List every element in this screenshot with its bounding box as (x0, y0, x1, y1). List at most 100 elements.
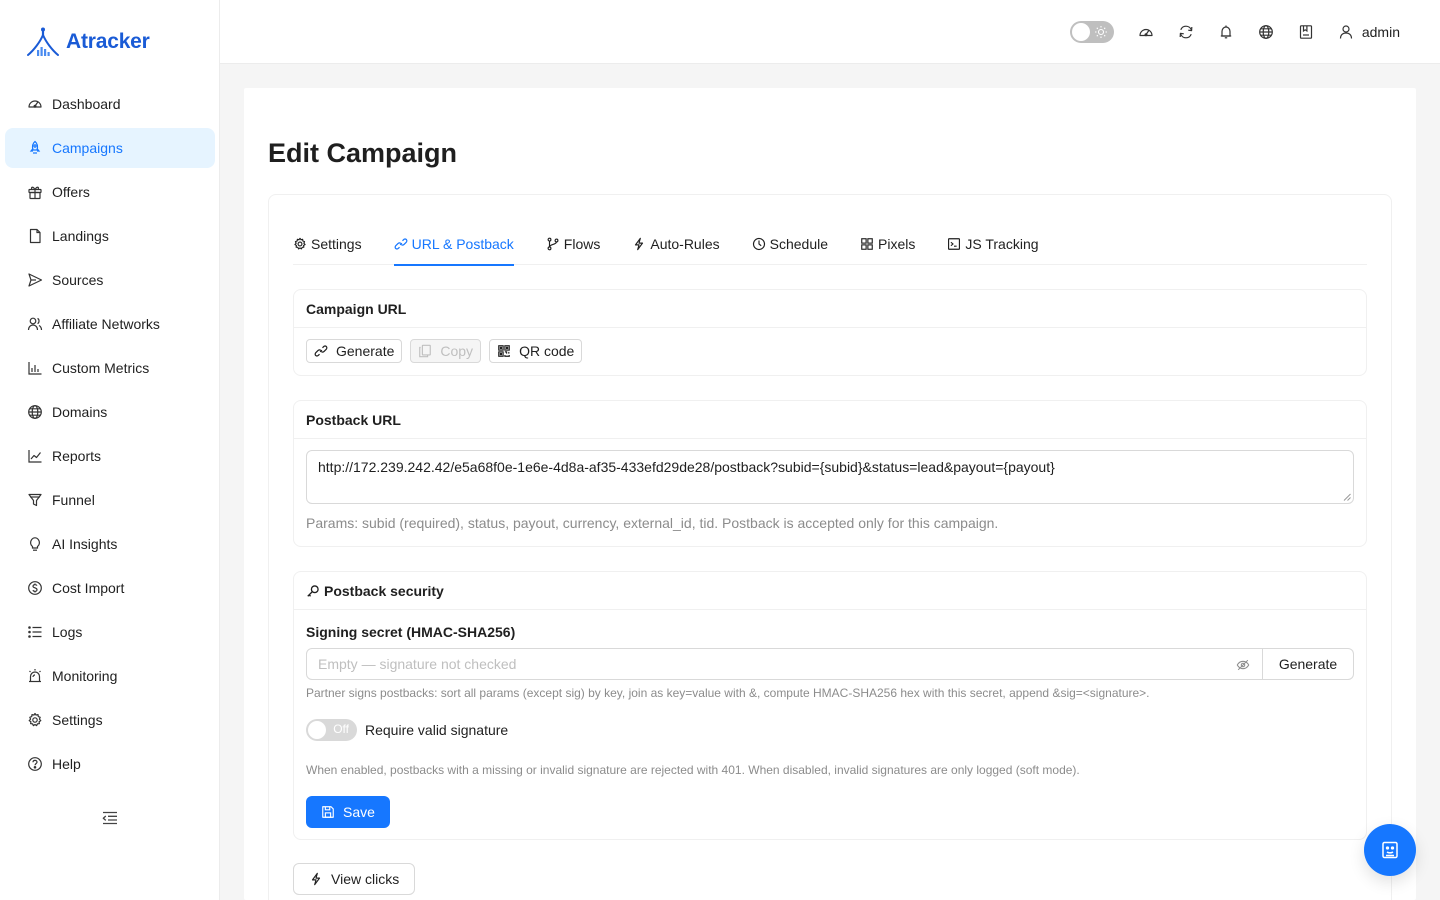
tab-label: JS Tracking (965, 236, 1039, 252)
link-icon (394, 237, 408, 251)
tab-url-postback[interactable]: URL & Postback (393, 223, 515, 266)
bell-icon[interactable] (1218, 24, 1234, 40)
link-icon (314, 344, 328, 358)
tab-label: Auto-Rules (650, 236, 720, 252)
gift-icon (27, 184, 43, 200)
sidebar-item-dashboard[interactable]: Dashboard (5, 84, 215, 124)
sidebar-item-label: Logs (52, 624, 83, 640)
section-header: Postback security (294, 572, 1366, 610)
sidebar-item-settings[interactable]: Settings (5, 700, 215, 740)
qr-code-button[interactable]: QR code (489, 339, 583, 363)
sidebar-item-affiliate-networks[interactable]: Affiliate Networks (5, 304, 215, 344)
button-label: Copy (440, 343, 474, 359)
tab-flows[interactable]: Flows (546, 223, 601, 265)
sidebar-item-label: Reports (52, 448, 102, 464)
tab-label: Flows (563, 236, 601, 252)
toggle-knob (1071, 23, 1090, 41)
dashboard-icon (27, 96, 43, 112)
sidebar-item-funnel[interactable]: Funnel (5, 480, 215, 520)
dollar-icon (27, 580, 43, 596)
sidebar-item-offers[interactable]: Offers (5, 172, 215, 212)
file-icon (27, 228, 43, 244)
sidebar-item-label: AI Insights (52, 536, 118, 552)
sidebar-item-label: Help (52, 756, 81, 772)
sidebar-item-label: Cost Import (52, 580, 125, 596)
copy-url-button[interactable]: Copy (410, 339, 482, 363)
tab-schedule[interactable]: Schedule (752, 223, 828, 265)
app-name: Atracker (66, 30, 150, 53)
tab-label: Schedule (769, 236, 829, 252)
bulb-icon (27, 536, 43, 552)
save-icon (321, 805, 335, 819)
sidebar: Atracker Dashboard Campaigns Offers Land… (0, 0, 220, 900)
view-clicks-button[interactable]: View clicks (293, 863, 416, 895)
app-logo[interactable]: Atracker (26, 26, 150, 58)
clock-icon (752, 237, 766, 251)
sidebar-item-label: Landings (52, 228, 109, 244)
postback-url-textarea[interactable]: http://172.239.242.42/e5a68f0e-1e6e-4d8a… (306, 450, 1354, 504)
tab-settings[interactable]: Settings (293, 223, 362, 265)
sidebar-item-label: Dashboard (52, 96, 121, 112)
tab-auto-rules[interactable]: Auto-Rules (632, 223, 720, 265)
sidebar-nav: Dashboard Campaigns Offers Landings Sour… (0, 84, 220, 788)
line-chart-icon (27, 448, 43, 464)
require-signature-hint: When enabled, postbacks with a missing o… (306, 763, 1080, 777)
bar-chart-icon (27, 360, 43, 376)
branch-icon (546, 237, 560, 251)
gear-icon (27, 712, 43, 728)
tab-pixels[interactable]: Pixels (860, 223, 915, 265)
sidebar-item-label: Domains (52, 404, 108, 420)
eye-invisible-icon[interactable] (1236, 658, 1250, 672)
sync-icon[interactable] (1178, 24, 1194, 40)
generate-secret-button[interactable]: Generate (1263, 648, 1354, 680)
user-menu[interactable]: admin (1338, 24, 1400, 40)
signing-secret-input[interactable]: Empty — signature not checked (306, 648, 1263, 680)
sidebar-item-ai-insights[interactable]: AI Insights (5, 524, 215, 564)
sidebar-item-domains[interactable]: Domains (5, 392, 215, 432)
resize-handle-icon[interactable] (1343, 493, 1351, 501)
require-signature-label: Require valid signature (365, 722, 509, 738)
rocket-icon (27, 140, 43, 156)
main-content: Edit Campaign Settings URL & Postback Fl… (244, 88, 1416, 900)
sidebar-item-landings[interactable]: Landings (5, 216, 215, 256)
input-placeholder: Empty — signature not checked (318, 656, 517, 672)
button-label: Save (343, 804, 375, 820)
sidebar-item-help[interactable]: Help (5, 744, 215, 784)
menu-fold-icon[interactable] (100, 808, 120, 828)
sidebar-item-logs[interactable]: Logs (5, 612, 215, 652)
sidebar-item-sources[interactable]: Sources (5, 260, 215, 300)
sidebar-item-label: Funnel (52, 492, 95, 508)
sidebar-item-monitoring[interactable]: Monitoring (5, 656, 215, 696)
button-label: QR code (519, 343, 575, 359)
dashboard-icon[interactable] (1138, 24, 1154, 40)
list-icon (27, 624, 43, 640)
question-icon (27, 756, 43, 772)
switch-knob (308, 721, 326, 739)
tab-js-tracking[interactable]: JS Tracking (947, 223, 1039, 265)
sidebar-item-custom-metrics[interactable]: Custom Metrics (5, 348, 215, 388)
button-label: Generate (336, 343, 395, 359)
campaign-url-section: Campaign URL Generate Copy QR code (293, 289, 1367, 376)
globe-icon (27, 404, 43, 420)
sidebar-item-cost-import[interactable]: Cost Import (5, 568, 215, 608)
save-button[interactable]: Save (306, 796, 390, 828)
key-icon (306, 584, 320, 598)
assistant-fab-button[interactable] (1364, 824, 1416, 876)
globe-icon[interactable] (1258, 24, 1274, 40)
signing-secret-group: Empty — signature not checked Generate (306, 648, 1354, 680)
gear-icon (293, 237, 307, 251)
logo-icon (26, 26, 60, 58)
send-icon (27, 272, 43, 288)
postback-url-section: Postback URL http://172.239.242.42/e5a68… (293, 400, 1367, 547)
sidebar-item-reports[interactable]: Reports (5, 436, 215, 476)
code-icon (947, 237, 961, 251)
sidebar-item-label: Campaigns (52, 140, 123, 156)
book-icon[interactable] (1298, 24, 1314, 40)
funnel-icon (27, 492, 43, 508)
tab-label: Pixels (878, 236, 916, 252)
require-signature-switch[interactable]: Off (306, 719, 357, 741)
sidebar-item-campaigns[interactable]: Campaigns (5, 128, 215, 168)
sidebar-item-label: Affiliate Networks (52, 316, 160, 332)
theme-toggle[interactable] (1069, 21, 1114, 43)
generate-url-button[interactable]: Generate (306, 339, 403, 363)
